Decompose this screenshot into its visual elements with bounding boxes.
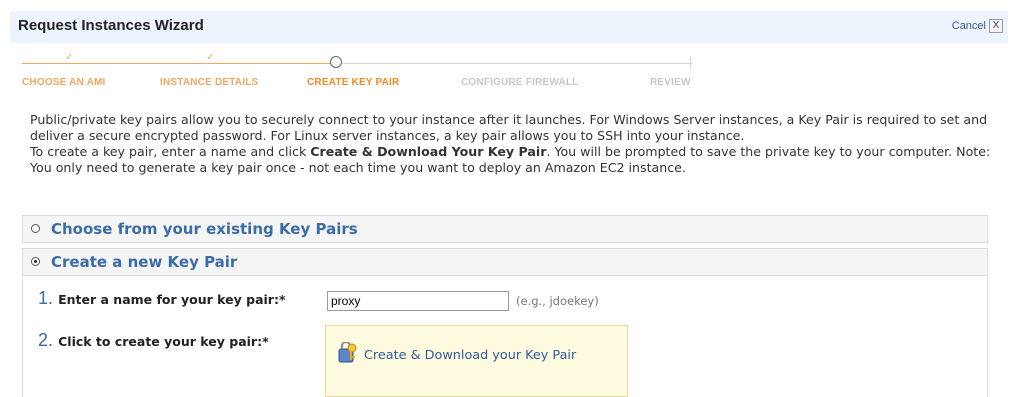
- create-key-label: Click to create your key pair:*: [58, 334, 269, 349]
- current-step-indicator: [330, 56, 342, 68]
- option-existing-key-pairs[interactable]: Choose from your existing Key Pairs: [22, 215, 988, 243]
- cancel-link[interactable]: Cancel: [952, 20, 986, 32]
- step-number-2: 2.: [38, 330, 54, 350]
- key-name-label: Enter a name for your key pair:*: [58, 292, 286, 307]
- create-download-label: Create & Download your Key Pair: [364, 347, 577, 363]
- key-icon: [336, 341, 358, 368]
- close-icon[interactable]: X: [989, 19, 1003, 33]
- wizard-header: Request Instances Wizard Cancel X: [10, 11, 1008, 43]
- key-pair-description: Public/private key pairs allow you to se…: [30, 112, 1000, 176]
- key-name-row: 1. Enter a name for your key pair:*: [38, 288, 286, 309]
- step-create-key-pair: CREATE KEY PAIR: [307, 77, 400, 88]
- step-instance-details: INSTANCE DETAILS: [160, 77, 259, 88]
- check-icon: ✓: [206, 52, 215, 63]
- step-choose-ami: CHOOSE AN AMI: [22, 77, 106, 88]
- description-paragraph-1: Public/private key pairs allow you to se…: [30, 112, 988, 143]
- radio-new[interactable]: [31, 257, 40, 266]
- create-key-row: 2. Click to create your key pair:*: [38, 330, 269, 351]
- radio-existing[interactable]: [31, 224, 40, 233]
- option-new-key-pair[interactable]: Create a new Key Pair: [22, 248, 988, 276]
- option-existing-label: Choose from your existing Key Pairs: [51, 220, 358, 238]
- option-new-label: Create a new Key Pair: [51, 253, 238, 271]
- step-configure-firewall: CONFIGURE FIREWALL: [461, 77, 579, 88]
- key-name-hint: (e.g., jdoekey): [516, 294, 599, 308]
- create-download-key-pair-button[interactable]: Create & Download your Key Pair: [336, 341, 577, 368]
- check-icon: ✓: [65, 52, 74, 63]
- wizard-steps: ✓ ✓ CHOOSE AN AMI INSTANCE DETAILS CREAT…: [0, 46, 1019, 88]
- step-track-end: [690, 56, 691, 70]
- create-key-box: Create & Download your Key Pair: [325, 325, 628, 397]
- wizard-title: Request Instances Wizard: [18, 17, 204, 34]
- key-name-input[interactable]: [327, 291, 509, 311]
- step-number-1: 1.: [38, 288, 54, 308]
- description-paragraph-2: To create a key pair, enter a name and c…: [30, 144, 1000, 176]
- description-emphasis: Create & Download Your Key Pair: [310, 144, 547, 159]
- step-track-incomplete: [335, 63, 692, 64]
- description-prefix: To create a key pair, enter a name and c…: [30, 144, 311, 159]
- step-review: REVIEW: [650, 77, 691, 88]
